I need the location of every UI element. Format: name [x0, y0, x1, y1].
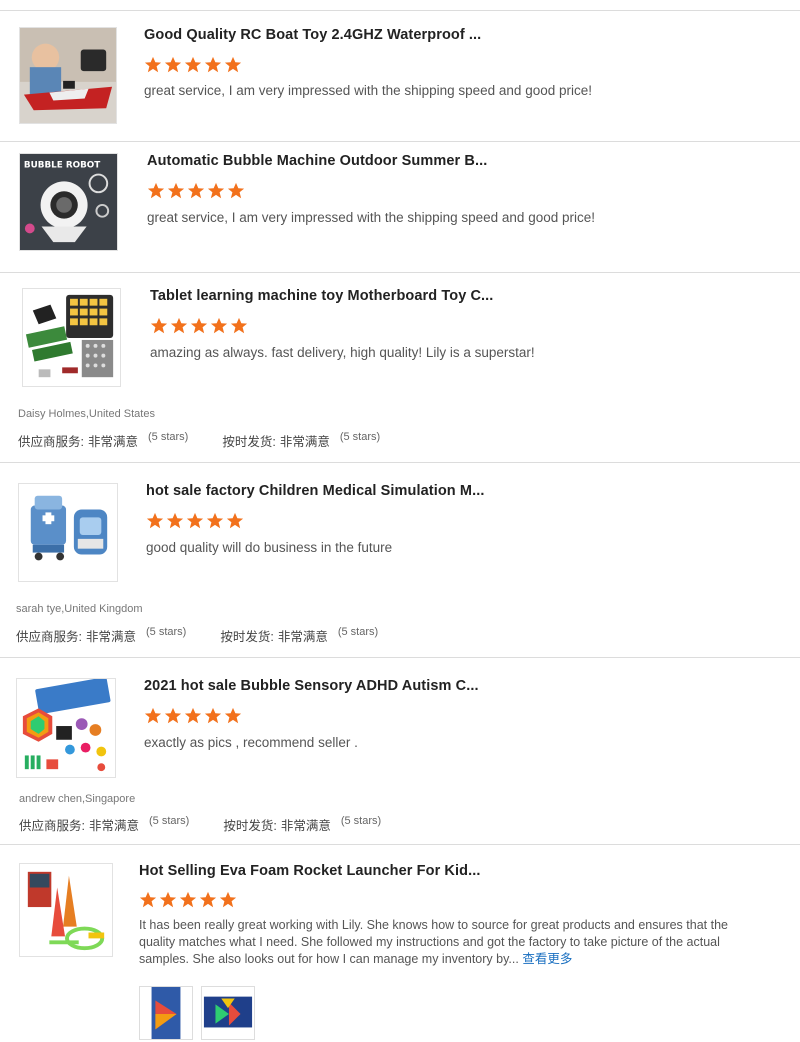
divider	[0, 844, 800, 845]
review-photo[interactable]	[139, 986, 193, 1040]
review-photo[interactable]	[201, 986, 255, 1040]
supplier-service-label: 供应商服务:	[18, 435, 84, 449]
star-icon	[147, 182, 165, 199]
reviewer-name: sarah tye,United Kingdom	[16, 603, 143, 615]
supplier-service-label: 供应商服务:	[16, 630, 82, 644]
divider	[0, 10, 800, 11]
star-icon	[206, 512, 224, 529]
divider	[0, 462, 800, 463]
star-icon	[227, 182, 245, 199]
star-rating	[144, 707, 242, 725]
star-rating	[144, 56, 242, 74]
supplier-service-value: 非常满意	[85, 630, 136, 644]
star-rating	[139, 891, 237, 909]
supplier-service-label: 供应商服务:	[19, 819, 85, 833]
supplier-ratings: 供应商服务: 非常满意 (5 stars) 按时发货: 非常满意 (5 star…	[16, 626, 378, 645]
on-time-label: 按时发货:	[223, 819, 277, 833]
supplier-ratings: 供应商服务: 非常满意 (5 stars) 按时发货: 非常满意 (5 star…	[19, 815, 381, 834]
star-icon	[187, 182, 205, 199]
supplier-service-value: 非常满意	[87, 435, 138, 449]
star-icon	[150, 317, 168, 334]
star-icon	[164, 56, 182, 73]
star-icon	[226, 512, 244, 529]
star-icon	[166, 512, 184, 529]
on-time-note: (5 stars)	[340, 815, 382, 827]
star-icon	[224, 707, 242, 724]
star-icon	[146, 512, 164, 529]
medical-kit-product-image[interactable]	[18, 483, 118, 582]
product-title[interactable]: hot sale factory Children Medical Simula…	[146, 483, 484, 499]
rocket-launcher-product-image[interactable]	[19, 863, 113, 957]
on-time-note: (5 stars)	[339, 431, 381, 443]
divider	[0, 141, 800, 142]
star-icon	[139, 891, 157, 908]
on-time-label: 按时发货:	[222, 435, 276, 449]
star-rating	[147, 182, 245, 200]
supplier-ratings: 供应商服务: 非常满意 (5 stars) 按时发货: 非常满意 (5 star…	[18, 431, 380, 450]
star-icon	[207, 182, 225, 199]
product-title[interactable]: Tablet learning machine toy Motherboard …	[150, 288, 493, 304]
star-icon	[204, 56, 222, 73]
star-icon	[144, 707, 162, 724]
bubble-robot-product-image[interactable]: BUBBLE ROBOT	[19, 153, 118, 251]
divider	[0, 657, 800, 658]
star-icon	[184, 707, 202, 724]
star-icon	[210, 317, 228, 334]
reviewer-name: Daisy Holmes,United States	[18, 408, 155, 420]
divider	[0, 272, 800, 273]
star-icon	[199, 891, 217, 908]
review-comment: great service, I am very impressed with …	[144, 83, 592, 98]
star-icon	[167, 182, 185, 199]
tablet-motherboard-product-image[interactable]	[22, 288, 121, 387]
bubble-robot-label: BUBBLE ROBOT	[24, 161, 100, 171]
product-title[interactable]: Good Quality RC Boat Toy 2.4GHZ Waterpro…	[144, 27, 481, 43]
review-comment: amazing as always. fast delivery, high q…	[150, 345, 535, 360]
rc-boat-product-image[interactable]	[19, 27, 117, 124]
on-time-value: 非常满意	[277, 630, 328, 644]
product-title[interactable]: Hot Selling Eva Foam Rocket Launcher For…	[139, 863, 480, 879]
star-rating	[146, 512, 244, 530]
star-icon	[230, 317, 248, 334]
sensory-toys-product-image[interactable]	[16, 678, 116, 778]
supplier-service-note: (5 stars)	[149, 815, 190, 827]
supplier-service-note: (5 stars)	[146, 626, 187, 638]
star-icon	[159, 891, 177, 908]
on-time-value: 非常满意	[279, 435, 330, 449]
on-time-label: 按时发货:	[220, 630, 274, 644]
see-more-link[interactable]: 查看更多	[522, 952, 572, 966]
star-icon	[190, 317, 208, 334]
on-time-note: (5 stars)	[337, 626, 379, 638]
reviewer-name: andrew chen,Singapore	[19, 793, 136, 805]
star-icon	[170, 317, 188, 334]
star-icon	[144, 56, 162, 73]
review-comment: great service, I am very impressed with …	[147, 210, 595, 225]
star-icon	[219, 891, 237, 908]
star-icon	[224, 56, 242, 73]
review-comment: exactly as pics , recommend seller .	[144, 735, 358, 750]
review-comment: good quality will do business in the fut…	[146, 540, 393, 555]
star-icon	[164, 707, 182, 724]
star-icon	[186, 512, 204, 529]
star-icon	[204, 707, 222, 724]
on-time-value: 非常满意	[280, 819, 331, 833]
product-title[interactable]: Automatic Bubble Machine Outdoor Summer …	[147, 153, 487, 169]
product-title[interactable]: 2021 hot sale Bubble Sensory ADHD Autism…	[144, 678, 479, 694]
review-comment-text: It has been really great working with Li…	[139, 918, 728, 966]
star-icon	[184, 56, 202, 73]
supplier-service-value: 非常满意	[88, 819, 139, 833]
review-comment: It has been really great working with Li…	[139, 917, 759, 968]
star-rating	[150, 317, 248, 335]
star-icon	[179, 891, 197, 908]
supplier-service-note: (5 stars)	[148, 431, 189, 443]
